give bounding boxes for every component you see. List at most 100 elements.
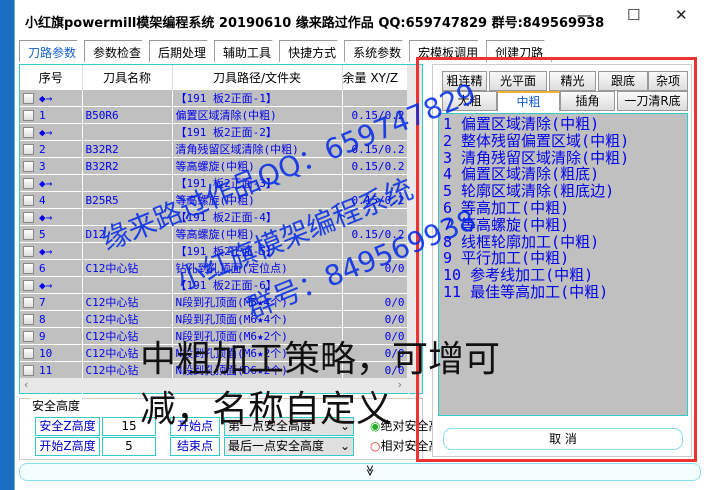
row-tool: B32R2: [82, 157, 173, 175]
close-button[interactable]: ✕: [675, 6, 688, 24]
row-tool: C12中心钻: [82, 293, 173, 311]
chevron-down-icon: ⌄: [339, 419, 350, 433]
row-path: 【191 板2正面-3】: [172, 174, 343, 192]
row-no: ◆→: [20, 276, 83, 294]
row-no: 2: [20, 140, 83, 158]
col-header-no[interactable]: 序号: [20, 65, 83, 90]
tab-postprocess[interactable]: 后期处理: [149, 40, 216, 62]
row-checkbox[interactable]: [23, 178, 34, 189]
table-row[interactable]: 11 C12中心钻 N段到孔顶面(D6★2个) 0/0: [20, 361, 409, 379]
double-chevron-down-icon: ≫: [363, 464, 377, 477]
table-row[interactable]: ◆→ 【191 板2正面-5】: [20, 242, 409, 260]
col-header-stock[interactable]: 余量 XY/Z: [342, 65, 409, 90]
row-checkbox[interactable]: [23, 93, 34, 104]
row-path: 等高螺旋(中粗): [172, 191, 343, 209]
end-point-value: 最后一点安全高度: [228, 439, 325, 453]
table-row[interactable]: 9 C12中心钻 N段到孔顶面(M6★2个) 0/0: [20, 327, 409, 345]
row-stock: [342, 174, 409, 192]
radio-unchecked-icon: ○: [370, 439, 381, 453]
row-checkbox[interactable]: [23, 297, 34, 308]
table-row[interactable]: ◆→ 【191 板2正面-4】: [20, 208, 409, 226]
row-stock: 0/0: [342, 293, 409, 311]
row-stock: 0/0: [342, 327, 409, 345]
tab-system-params[interactable]: 系统参数: [344, 40, 411, 62]
start-point-select[interactable]: 第一点安全高度 ⌄: [224, 417, 354, 436]
row-stock: 0/0: [342, 259, 409, 277]
row-path: 等高螺旋(中粗): [172, 225, 343, 243]
row-checkbox[interactable]: [23, 348, 34, 359]
row-path: N段到孔顶面(M6★4个): [172, 310, 343, 328]
row-no: 10: [20, 344, 83, 362]
row-tool: B50R6: [82, 106, 173, 124]
row-path: 【191 板2正面-2】: [172, 123, 343, 141]
horizontal-scrollbar[interactable]: ‹ ›: [20, 378, 422, 393]
row-no: 11: [20, 361, 83, 379]
row-checkbox[interactable]: [23, 110, 34, 121]
row-no: 4: [20, 191, 83, 209]
row-checkbox[interactable]: [23, 229, 34, 240]
start-z-input[interactable]: 5: [102, 437, 156, 456]
tab-toolpath-params[interactable]: 刀路参数: [19, 40, 86, 62]
row-stock: 0/0: [342, 344, 409, 362]
table-row[interactable]: ◆→ 【191 板2正面-3】: [20, 174, 409, 192]
table-row[interactable]: 7 C12中心钻 N段到孔顶面(M5★4个) 0/0: [20, 293, 409, 311]
row-checkbox[interactable]: [23, 195, 34, 206]
row-no: ◆→: [20, 90, 83, 107]
row-checkbox[interactable]: [23, 280, 34, 291]
table-row[interactable]: ◆→ 【191 板2正面-1】: [20, 90, 409, 107]
table-row[interactable]: 5 D12 等高螺旋(中粗) 0.15/0.2: [20, 225, 409, 243]
table-row[interactable]: 1 B50R6 偏置区域清除(中粗) 0.15/0.2: [20, 106, 409, 124]
row-number: ◆→: [39, 278, 53, 292]
table-row[interactable]: 4 B25R5 等高螺旋(中粗) 0.15/0.2: [20, 191, 409, 209]
table-row[interactable]: 8 C12中心钻 N段到孔顶面(M6★4个) 0/0: [20, 310, 409, 328]
table-row[interactable]: 10 C12中心钻 N段到孔顶面(M6★2个) 0/0: [20, 344, 409, 362]
table-row[interactable]: ◆→ 【191 板2正面-2】: [20, 123, 409, 141]
row-checkbox[interactable]: [23, 263, 34, 274]
row-checkbox[interactable]: [23, 144, 34, 155]
row-path: 【191 板2正面-5】: [172, 242, 343, 260]
row-number: ◆→: [39, 244, 53, 258]
row-tool: C12中心钻: [82, 344, 173, 362]
row-number: 2: [39, 142, 46, 156]
col-header-tool[interactable]: 刀具名称: [82, 65, 173, 90]
row-tool: C12中心钻: [82, 361, 173, 379]
row-number: 5: [39, 227, 46, 241]
row-checkbox[interactable]: [23, 127, 34, 138]
maximize-button[interactable]: ☐: [627, 6, 640, 24]
row-path: N段到孔顶面(M6★2个): [172, 327, 343, 345]
table-row[interactable]: 6 C12中心钻 钻孔到孔顶面(定位点) 0/0: [20, 259, 409, 277]
tab-param-check[interactable]: 参数检查: [84, 40, 151, 62]
table-row[interactable]: ◆→ 【191 板2正面-6】: [20, 276, 409, 294]
row-tool: D12: [82, 225, 173, 243]
row-no: ◆→: [20, 123, 83, 141]
table-row[interactable]: 3 B32R2 等高螺旋(中粗) 0.15/0.2: [20, 157, 409, 175]
row-checkbox[interactable]: [23, 365, 34, 376]
row-checkbox[interactable]: [23, 161, 34, 172]
row-stock: 0.15/0.2: [342, 106, 409, 124]
start-point-label: 开始点: [170, 417, 220, 436]
row-checkbox[interactable]: [23, 331, 34, 342]
expand-bar-button[interactable]: ≫: [19, 463, 701, 481]
end-point-select[interactable]: 最后一点安全高度 ⌄: [224, 437, 354, 456]
window-title: 小红旗powermill模架编程系统 20190610 缘来路过作品 QQ:65…: [25, 16, 605, 31]
tab-shortcuts[interactable]: 快捷方式: [279, 40, 346, 62]
row-tool: [82, 123, 173, 141]
row-stock: [342, 90, 409, 107]
row-stock: [342, 276, 409, 294]
row-checkbox[interactable]: [23, 212, 34, 223]
row-path: N段到孔顶面(D6★2个): [172, 361, 343, 379]
row-number: 10: [39, 346, 53, 360]
row-checkbox[interactable]: [23, 314, 34, 325]
row-checkbox[interactable]: [23, 246, 34, 257]
tab-aux-tools[interactable]: 辅助工具: [214, 40, 281, 62]
table-row[interactable]: 2 B32R2 清角残留区域清除(中粗) 0.15/0.2: [20, 140, 409, 158]
row-path: 钻孔到孔顶面(定位点): [172, 259, 343, 277]
row-number: 4: [39, 193, 46, 207]
row-number: 3: [39, 159, 46, 173]
safe-z-input[interactable]: 15: [102, 417, 156, 436]
row-path: 等高螺旋(中粗): [172, 157, 343, 175]
start-z-label: 开始Z高度: [35, 437, 100, 456]
col-header-path[interactable]: 刀具路径/文件夹: [172, 65, 343, 90]
minimize-button[interactable]: —: [577, 6, 592, 24]
start-point-value: 第一点安全高度: [228, 419, 313, 433]
